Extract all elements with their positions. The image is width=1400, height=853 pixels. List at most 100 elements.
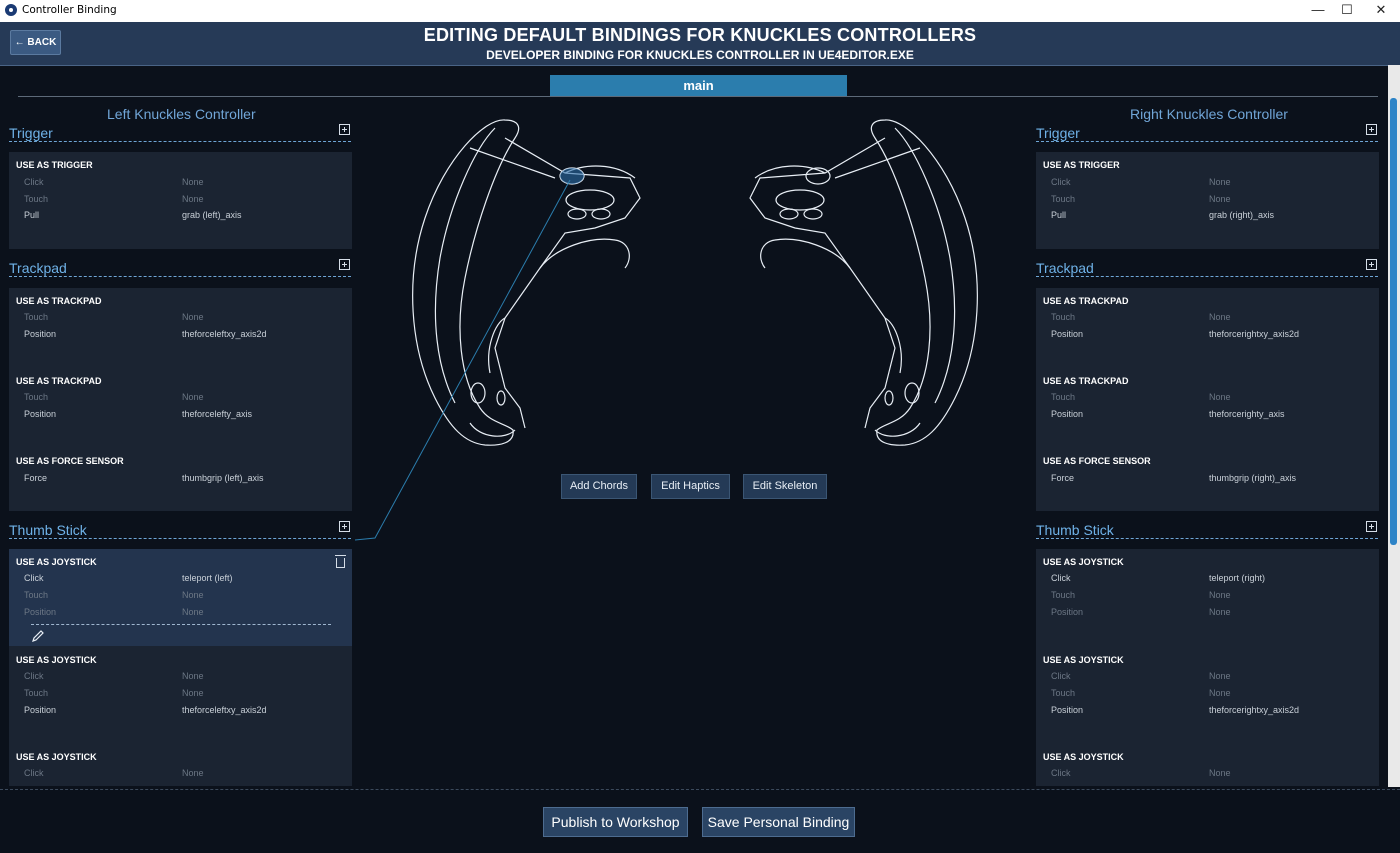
group-title: USE AS JOYSTICK [1043,557,1124,567]
row-value[interactable]: None [182,688,204,698]
edit-haptics-button[interactable]: Edit Haptics [651,474,730,499]
trash-icon[interactable] [335,555,346,568]
row-value[interactable]: theforcerighty_axis [1209,409,1285,419]
right-thumbstick-title: Thumb Stick [1036,522,1114,538]
right-trigger-panel[interactable]: USE AS TRIGGER Click None Touch None Pul… [1036,152,1379,249]
row-label: Position [1051,329,1084,339]
left-thumbstick-panel[interactable]: USE AS JOYSTICK Click None Touch None Po… [9,646,352,786]
row-value[interactable]: None [1209,177,1231,187]
vertical-scrollbar[interactable] [1388,65,1400,787]
add-chords-button[interactable]: Add Chords [561,474,637,499]
row-value[interactable]: None [182,671,204,681]
minimize-button[interactable]: — [1302,0,1334,22]
row-value[interactable]: None [1209,392,1231,402]
row-value[interactable]: theforcerightxy_axis2d [1209,705,1299,715]
right-trackpad-title: Trackpad [1036,260,1094,276]
group-title: USE AS FORCE SENSOR [1043,456,1151,466]
row-label: Touch [1051,688,1076,698]
row-value[interactable]: None [182,312,204,322]
group-title: USE AS TRACKPAD [16,296,102,306]
group-title: USE AS TRACKPAD [1043,296,1129,306]
row-value[interactable]: grab (right)_axis [1209,210,1274,220]
left-thumbstick-panel-selected[interactable]: USE AS JOYSTICK Click teleport (left) To… [9,549,352,646]
group-title: USE AS TRIGGER [16,160,93,170]
row-value[interactable]: None [1209,671,1231,681]
row-value[interactable]: None [1209,688,1231,698]
close-button[interactable]: ✕ [1365,0,1397,22]
row-label: Touch [24,194,49,204]
group-title: USE AS JOYSTICK [16,752,97,762]
row-value[interactable]: None [182,392,204,402]
group-title: USE AS JOYSTICK [1043,655,1124,665]
group-title: USE AS TRIGGER [1043,160,1120,170]
row-label: Touch [24,392,49,402]
row-value[interactable]: theforcelefty_axis [182,409,252,419]
row-label: Touch [1051,194,1076,204]
right-trackpad-panel[interactable]: USE AS TRACKPAD Touch None Position thef… [1036,288,1379,511]
row-label: Touch [1051,312,1076,322]
page-subtitle: DEVELOPER BINDING FOR KNUCKLES CONTROLLE… [486,48,914,62]
window-title: Controller Binding [22,4,117,16]
row-label: Click [1051,177,1071,187]
add-plus-icon[interactable] [339,521,350,532]
left-trackpad-panel[interactable]: USE AS TRACKPAD Touch None Position thef… [9,288,352,511]
row-value[interactable]: grab (left)_axis [182,210,242,220]
row-value[interactable]: None [1209,590,1231,600]
row-value[interactable]: thumbgrip (right)_axis [1209,473,1296,483]
publish-to-workshop-button[interactable]: Publish to Workshop [543,807,688,837]
row-value[interactable]: None [1209,768,1231,778]
row-label: Touch [24,590,49,600]
row-label: Click [24,573,44,583]
pencil-icon[interactable] [31,629,45,643]
row-value[interactable]: None [182,590,204,600]
section-divider [9,276,351,277]
row-value[interactable]: None [182,194,204,204]
add-plus-icon[interactable] [339,259,350,270]
row-value[interactable]: theforcerightxy_axis2d [1209,329,1299,339]
section-divider [1036,538,1378,539]
row-label: Position [24,607,57,617]
row-value[interactable]: None [182,177,204,187]
row-label: Click [1051,671,1071,681]
row-label: Click [24,177,44,187]
page-header: ← BACK EDITING DEFAULT BINDINGS FOR KNUC… [0,22,1400,66]
add-plus-icon[interactable] [1366,124,1377,135]
edit-skeleton-button[interactable]: Edit Skeleton [743,474,827,499]
right-controller-title: Right Knuckles Controller [1130,106,1288,122]
row-value[interactable]: None [1209,607,1231,617]
left-trigger-panel[interactable]: USE AS TRIGGER Click None Touch None Pul… [9,152,352,249]
add-plus-icon[interactable] [1366,521,1377,532]
row-label: Touch [1051,392,1076,402]
row-value[interactable]: None [182,768,204,778]
steamvr-app-icon [5,4,17,16]
row-value[interactable]: None [1209,194,1231,204]
row-label: Position [1051,607,1084,617]
save-personal-binding-button[interactable]: Save Personal Binding [702,807,855,837]
row-label: Touch [24,688,49,698]
row-label: Pull [24,210,40,220]
row-value[interactable]: teleport (left) [182,573,233,583]
footer-bar [0,789,1400,853]
group-title: USE AS JOYSTICK [16,557,97,567]
row-value[interactable]: None [1209,312,1231,322]
row-value[interactable]: teleport (right) [1209,573,1265,583]
group-title: USE AS TRACKPAD [1043,376,1129,386]
row-value[interactable]: theforceleftxy_axis2d [182,705,267,715]
row-value[interactable]: theforceleftxy_axis2d [182,329,267,339]
add-plus-icon[interactable] [1366,259,1377,270]
group-divider [31,624,331,625]
section-divider [9,538,351,539]
row-label: Touch [24,312,49,322]
row-label: Position [24,409,57,419]
right-thumbstick-panel[interactable]: USE AS JOYSTICK Click teleport (right) T… [1036,549,1379,786]
scrollbar-thumb[interactable] [1390,98,1397,545]
tab-main[interactable]: main [550,75,847,96]
row-label: Position [1051,705,1084,715]
row-value[interactable]: thumbgrip (left)_axis [182,473,264,483]
row-label: Click [24,768,44,778]
group-title: USE AS FORCE SENSOR [16,456,124,466]
maximize-button[interactable]: ☐ [1331,0,1363,22]
add-plus-icon[interactable] [339,124,350,135]
left-controller-title: Left Knuckles Controller [107,106,256,122]
row-value[interactable]: None [182,607,204,617]
